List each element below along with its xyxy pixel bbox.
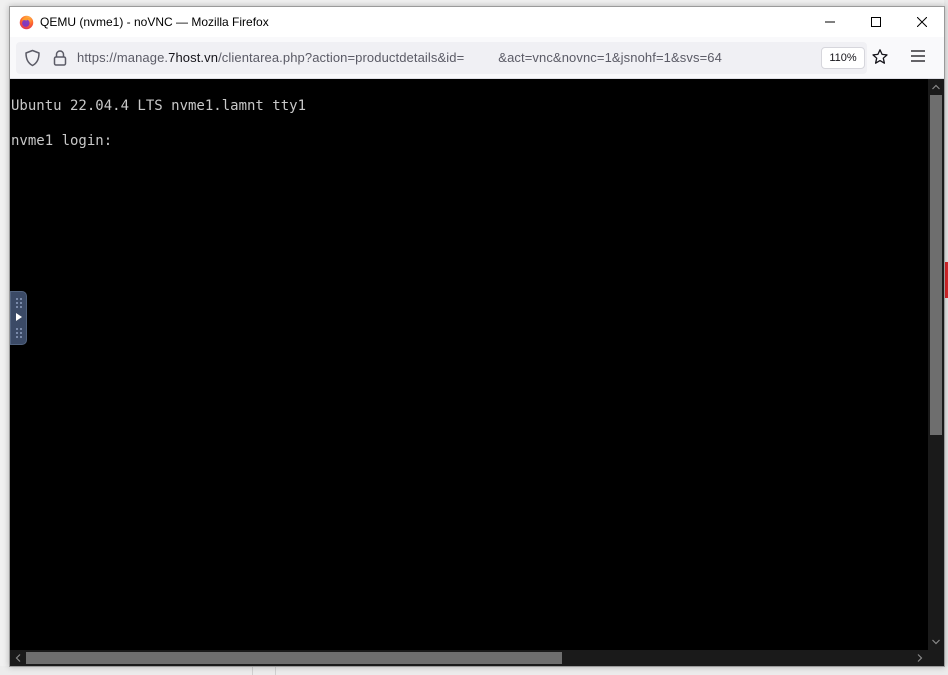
desktop-background-bottom	[0, 666, 948, 675]
chevron-down-icon	[932, 639, 940, 645]
zoom-level-button[interactable]: 110%	[821, 47, 865, 69]
close-icon	[917, 17, 927, 27]
scroll-right-button[interactable]	[912, 650, 928, 666]
url-text[interactable]: https://manage.7host.vn/clientarea.php?a…	[77, 50, 722, 65]
chevron-left-icon	[15, 654, 21, 662]
shield-icon[interactable]	[24, 49, 41, 67]
firefox-window: QEMU (nvme1) - noVNC — Mozilla Firefox h…	[9, 6, 945, 667]
novnc-control-bar-handle[interactable]	[10, 291, 27, 345]
horizontal-scroll-thumb[interactable]	[26, 652, 562, 664]
minimize-icon	[825, 21, 835, 23]
chevron-right-icon	[917, 654, 923, 662]
terminal-line: Ubuntu 22.04.4 LTS nvme1.lamnt tty1	[11, 98, 307, 114]
grip-dots-icon	[15, 297, 23, 309]
vertical-scrollbar[interactable]	[928, 79, 944, 650]
maximize-button[interactable]	[853, 7, 899, 37]
minimize-button[interactable]	[807, 7, 853, 37]
scroll-up-button[interactable]	[928, 79, 944, 95]
scroll-down-button[interactable]	[928, 634, 944, 650]
scrollbar-corner	[928, 650, 944, 666]
vnc-viewport[interactable]: Ubuntu 22.04.4 LTS nvme1.lamnt tty1 nvme…	[10, 79, 944, 666]
grip-dots-icon	[15, 327, 23, 339]
navigation-toolbar: https://manage.7host.vn/clientarea.php?a…	[10, 37, 944, 79]
chevron-up-icon	[932, 84, 940, 90]
firefox-logo-icon	[19, 15, 34, 30]
horizontal-scrollbar[interactable]	[10, 650, 944, 666]
close-button[interactable]	[899, 7, 945, 37]
window-title: QEMU (nvme1) - noVNC — Mozilla Firefox	[40, 15, 269, 29]
desktop-divider	[252, 666, 253, 675]
expand-arrow-icon	[16, 313, 22, 321]
terminal-line: nvme1 login:	[11, 133, 113, 149]
maximize-icon	[871, 17, 881, 27]
star-icon[interactable]	[871, 48, 889, 66]
title-bar[interactable]: QEMU (nvme1) - noVNC — Mozilla Firefox	[10, 7, 944, 37]
desktop-divider	[275, 666, 276, 675]
vertical-scroll-thumb[interactable]	[930, 95, 942, 435]
lock-icon[interactable]	[53, 49, 67, 67]
hamburger-menu-icon[interactable]	[911, 49, 925, 63]
address-bar[interactable]: https://manage.7host.vn/clientarea.php?a…	[16, 42, 867, 74]
scroll-left-button[interactable]	[10, 650, 26, 666]
